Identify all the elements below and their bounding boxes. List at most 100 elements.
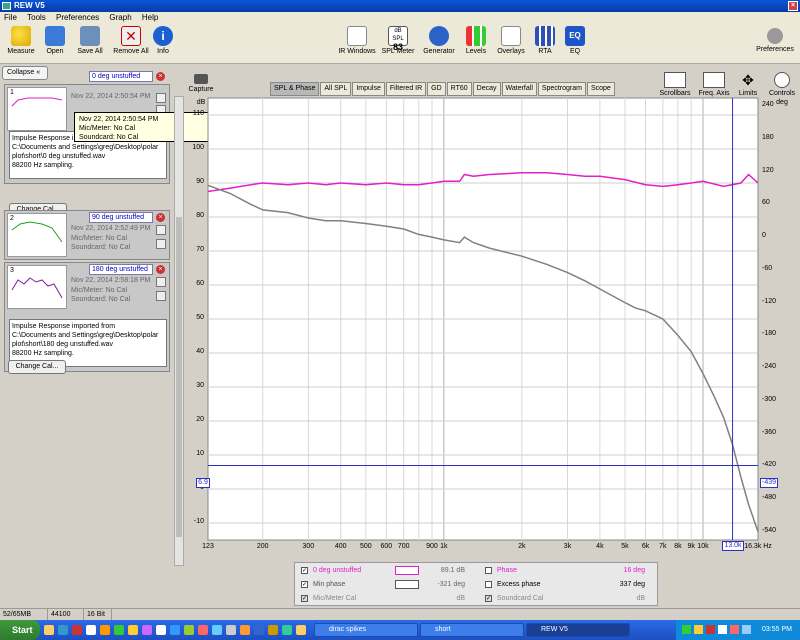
tab-all-spl[interactable]: All SPL [320,82,352,96]
menu-preferences[interactable]: Preferences [52,12,103,24]
quick-launch-icon[interactable] [156,625,166,635]
task-short[interactable]: short [420,623,524,637]
panel-scrollbar[interactable] [174,96,184,566]
start-button[interactable]: Start [0,620,40,640]
close-window-button[interactable]: × [788,1,798,11]
tab-waterfall[interactable]: Waterfall [501,82,537,96]
tab-spl-phase[interactable]: SPL & Phase [270,82,320,96]
tray-icon[interactable] [742,625,751,634]
measurement-name-input[interactable]: 0 deg unstuffed [89,71,153,82]
open-button[interactable]: Open [42,26,68,55]
system-tray: 03:55 PM [676,620,800,640]
quick-launch-icon[interactable] [44,625,54,635]
measurement-card-2[interactable]: 90 deg unstuffed × 2 Nov 22, 2014 2:52:4… [4,210,170,260]
tray-icon[interactable] [682,625,691,634]
tray-icon[interactable] [706,625,715,634]
info-button[interactable]: i Info [152,26,174,55]
measurement-tooltip: Nov 22, 2014 2:50:54 PM Mic/Meter: No Ca… [74,112,264,142]
legend-checkbox[interactable] [485,567,492,574]
delete-measurement-icon[interactable]: × [156,265,165,274]
x-tick-label: 8k [674,543,682,550]
tab-scope[interactable]: Scope [586,82,615,96]
y-tick-label-left: 100 [192,144,204,151]
measure-button[interactable]: Measure [6,26,36,55]
quick-launch-icon[interactable] [226,625,236,635]
measurement-name-input[interactable]: 180 deg unstuffed [89,264,153,275]
preferences-button[interactable]: Preferences [752,26,798,53]
clock: 03:55 PM [762,626,792,633]
collapse-button[interactable]: Collapse « [2,66,48,80]
quick-launch-icon[interactable] [268,625,278,635]
quick-launch-icon[interactable] [198,625,208,635]
tray-icon[interactable] [718,625,727,634]
legend-checkbox[interactable] [485,581,492,588]
overlays-button[interactable]: Overlays [494,26,528,55]
x-tick-label: 9k [687,543,695,550]
tab-spectrogram[interactable]: Spectrogram [537,82,586,96]
y-tick-label-right: -540 [762,526,777,534]
measurement-name-input[interactable]: 90 deg unstuffed [89,212,153,223]
task-dirac-spikes[interactable]: dirac spikes [314,623,418,637]
quick-launch-icon[interactable] [142,625,152,635]
menu-file[interactable]: File [0,12,21,24]
level-icon[interactable] [156,277,166,287]
quick-launch-icon[interactable] [184,625,194,635]
edit-icon[interactable] [156,291,166,301]
save-all-button[interactable]: Save All [74,26,106,55]
quick-launch-icon[interactable] [240,625,250,635]
menu-tools[interactable]: Tools [23,12,50,24]
quick-launch-icon[interactable] [254,625,264,635]
quick-launch-icon[interactable] [86,625,96,635]
ir-windows-button[interactable]: IR Windows [338,26,376,55]
quick-launch-icon[interactable] [72,625,82,635]
generator-button[interactable]: Generator [422,26,456,55]
trace-style-icon[interactable] [395,566,419,575]
limits-button[interactable]: ✥ Limits [734,72,762,97]
tab-gd[interactable]: GD [427,82,446,96]
quick-launch-icon[interactable] [296,625,306,635]
capture-button[interactable]: Capture dB [186,74,216,106]
change-cal-button[interactable]: Change Cal... [8,360,66,374]
levels-button[interactable]: Levels [462,26,490,55]
tab-filtered-ir[interactable]: Filtered IR [385,82,427,96]
remove-all-button[interactable]: ✕ Remove All [112,26,150,55]
tab-rt60[interactable]: RT60 [446,82,472,96]
legend-checkbox[interactable]: ✓ [485,595,492,602]
quick-launch-icon[interactable] [58,625,68,635]
delete-measurement-icon[interactable]: × [156,72,165,81]
level-icon[interactable] [156,93,166,103]
controls-icon [774,72,790,88]
trace-style-icon[interactable] [395,580,419,589]
y-tick-label-right: -360 [762,428,777,436]
freq-axis-button[interactable]: Freq. Axis [696,72,732,97]
tray-icon[interactable] [694,625,703,634]
quick-launch-icon[interactable] [128,625,138,635]
legend-checkbox[interactable]: ✓ [301,595,308,602]
edit-icon[interactable] [156,239,166,249]
quick-launch-icon[interactable] [282,625,292,635]
scrollbars-button[interactable]: Scrollbars [656,72,694,97]
tab-decay[interactable]: Decay [472,82,501,96]
ir-window-icon [347,26,367,46]
measurement-card-3[interactable]: 180 deg unstuffed × 3 Nov 22, 2014 2:58:… [4,262,170,372]
task-rew[interactable]: REW V5 [526,623,630,637]
menu-help[interactable]: Help [138,12,162,24]
rta-button[interactable]: RTA [532,26,558,55]
y-tick-label-left: 90 [196,178,204,185]
quick-launch-icon[interactable] [114,625,124,635]
quick-launch-icon[interactable] [212,625,222,635]
menu-graph[interactable]: Graph [105,12,135,24]
title-bar: REW V5 × [0,0,800,12]
delete-measurement-icon[interactable]: × [156,213,165,222]
spl-meter-button[interactable]: dB SPL 83 SPL Meter [380,26,416,55]
tab-impulse[interactable]: Impulse [352,82,385,96]
tray-icon[interactable] [730,625,739,634]
y-tick-label-left: 70 [196,246,204,253]
quick-launch-icon[interactable] [170,625,180,635]
level-icon[interactable] [156,225,166,235]
legend-checkbox[interactable]: ✓ [301,567,308,574]
legend-checkbox[interactable]: ✓ [301,581,308,588]
quick-launch-icon[interactable] [100,625,110,635]
x-tick-label: 200 [256,543,269,550]
eq-button[interactable]: EQ EQ [564,26,586,55]
